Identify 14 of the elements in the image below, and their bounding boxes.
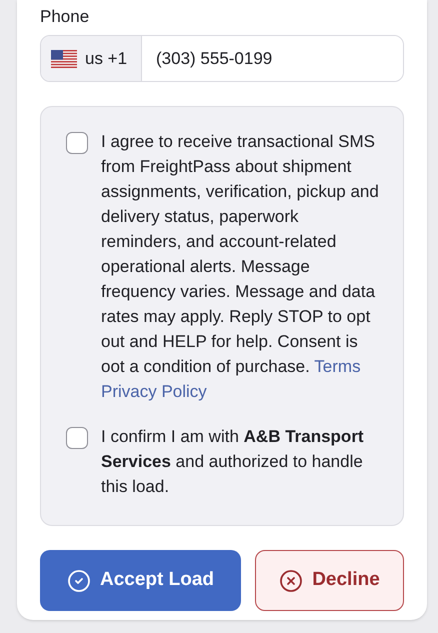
country-code-selector[interactable]: us +1 [41, 36, 142, 81]
decline-button[interactable]: Decline [255, 550, 404, 611]
checkbox[interactable] [66, 427, 88, 449]
consent-text: I agree to receive transactional SMS from FreightPass about shipment assignments, verification, pickup and delivery status, paperwork reminders, and account-related operational alerts. Message frequency varies. Message and data rates may apply. Reply STOP to opt out and HELP for help. Consent is oot a condition of purchase. Terms Privacy Policy [101, 131, 379, 403]
policy-link[interactable]: Privacy Policy [101, 382, 207, 401]
field-label: Phone [40, 6, 90, 28]
accept-button[interactable]: Accept Load [40, 550, 241, 611]
flag-icon [51, 50, 77, 68]
checkbox[interactable] [66, 132, 88, 154]
phone-field[interactable]: us +1 (303) 555-0199 [40, 35, 404, 82]
policy-link[interactable]: Terms [314, 357, 361, 376]
close-circle-icon [279, 568, 304, 592]
check-circle-icon [66, 568, 91, 592]
consent-text: I confirm I am with A&B Transport Services and authorized to handle this load. [101, 426, 365, 498]
